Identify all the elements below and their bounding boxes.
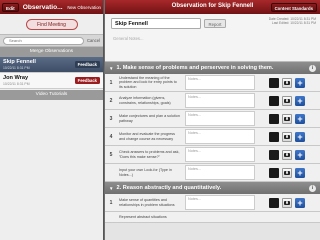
observation-info: Skip Fennell Report Date Created: 10/22/… (105, 14, 320, 62)
notes-field[interactable]: Notes... (185, 111, 255, 126)
section-header[interactable]: ▼ 1. Make sense of problems and perserve… (105, 62, 320, 74)
row-description: Check answers to problems and ask, "Does… (119, 150, 180, 159)
content-standards-button[interactable]: Content Standards (270, 3, 317, 12)
plus-icon[interactable]: + (295, 131, 305, 142)
search-input[interactable] (3, 36, 84, 45)
info-icon[interactable]: i (309, 64, 316, 72)
edit-button[interactable]: Edit (2, 2, 19, 12)
row-description: Make conjectures and plan a solution pat… (119, 114, 180, 123)
row-number: 1 (109, 199, 113, 206)
camera-icon (284, 200, 290, 205)
camera-button[interactable] (282, 197, 292, 208)
camera-icon (284, 116, 290, 121)
observation-detail: Observation for Skip Fennell Content Sta… (105, 0, 320, 240)
teacher-name-field[interactable]: Skip Fennell (111, 18, 201, 29)
plus-icon[interactable]: + (295, 149, 305, 160)
find-meeting-wrap: Find Meeting (0, 14, 103, 34)
camera-icon (284, 98, 290, 103)
row-number: 3 (109, 115, 113, 122)
detail-topbar: Observation for Skip Fennell Content Sta… (105, 0, 320, 14)
rating-box[interactable] (269, 197, 279, 208)
collapse-triangle-icon[interactable]: ▼ (109, 66, 113, 71)
row-description: Understand the meaning of the problem an… (119, 76, 177, 89)
row-description: Input your own Look-for (Type in Notes..… (119, 168, 172, 177)
camera-icon (284, 134, 290, 139)
row-description: Represent abstract situations (119, 214, 167, 219)
observations-sidebar: Edit Observatio... New Observation Find … (0, 0, 104, 240)
observation-list-item[interactable]: Skip Fennell 10/22/11 8:31 PM Feedback (0, 57, 103, 73)
custom-look-for-row: Input your own Look-for (Type in Notes..… (105, 164, 320, 182)
row-number: 1 (109, 79, 113, 86)
merge-observations-header[interactable]: Merge Observations (0, 47, 103, 57)
sidebar-title: Observatio... (22, 3, 63, 11)
rating-box[interactable] (269, 167, 279, 178)
section-title: 2. Reason abstractly and quantitatively. (116, 185, 222, 191)
notes-field[interactable]: Notes... (185, 147, 255, 162)
app: Edit Observatio... New Observation Find … (0, 0, 320, 240)
row-number: 5 (109, 151, 113, 158)
plus-icon[interactable]: + (295, 197, 305, 208)
notes-field[interactable]: Notes... (185, 129, 255, 144)
plus-icon[interactable]: + (295, 167, 305, 178)
rating-box[interactable] (269, 131, 279, 142)
look-for-row: 3 Make conjectures and plan a solution p… (105, 110, 320, 128)
last-edited: Last Edited: 10/22/11 8:31 PM (271, 21, 316, 26)
observation-dates: Date Created: 10/22/11 8:31 PM Last Edit… (269, 17, 316, 26)
plus-icon[interactable]: + (295, 113, 305, 124)
camera-button[interactable] (282, 113, 292, 124)
row-number: 2 (109, 97, 113, 104)
general-notes-field[interactable]: General Notes... (111, 34, 311, 43)
notes-field[interactable]: Notes... (185, 195, 255, 210)
feedback-button[interactable]: Feedback (74, 61, 100, 68)
look-for-row: 4 Monitor and evaluate the progress and … (105, 128, 320, 146)
rating-box[interactable] (269, 149, 279, 160)
camera-icon (284, 80, 290, 85)
row-description: Analyze information (givens, constrains,… (119, 96, 171, 105)
notes-field[interactable]: Notes... (185, 75, 255, 90)
cancel-button[interactable]: Cancel (87, 38, 100, 43)
camera-button[interactable] (282, 131, 292, 142)
camera-button[interactable] (282, 95, 292, 106)
look-for-row: Represent abstract situations (105, 212, 320, 223)
search-bar: Cancel (0, 34, 103, 47)
camera-icon (284, 170, 290, 175)
notes-field[interactable]: Notes... (185, 165, 255, 180)
camera-icon (284, 152, 290, 157)
report-button[interactable]: Report (204, 19, 226, 28)
video-tutorials-header[interactable]: Video Tutorials (0, 90, 103, 100)
look-for-row: 1 Make sense of quantities and relations… (105, 194, 320, 212)
find-meeting-button[interactable]: Find Meeting (25, 18, 78, 30)
new-observation-button[interactable]: New Observation (67, 5, 101, 10)
rating-box[interactable] (269, 95, 279, 106)
camera-button[interactable] (282, 167, 292, 178)
row-number: 4 (109, 133, 113, 140)
section-header[interactable]: ▼ 2. Reason abstractly and quantitativel… (105, 182, 320, 194)
camera-button[interactable] (282, 149, 292, 160)
rating-box[interactable] (269, 113, 279, 124)
info-icon[interactable]: i (309, 184, 316, 192)
section-title: 1. Make sense of problems and perservere… (116, 65, 274, 71)
look-for-row: 2 Analyze information (givens, constrain… (105, 92, 320, 110)
look-for-row: 1 Understand the meaning of the problem … (105, 74, 320, 92)
notes-field[interactable]: Notes... (185, 93, 255, 108)
plus-icon[interactable]: + (295, 95, 305, 106)
look-for-row: 5 Check answers to problems and ask, "Do… (105, 146, 320, 164)
collapse-triangle-icon[interactable]: ▼ (109, 186, 113, 191)
camera-button[interactable] (282, 77, 292, 88)
rating-box[interactable] (269, 77, 279, 88)
row-description: Monitor and evaluate the progress and ch… (119, 132, 175, 141)
feedback-button[interactable]: Feedback (74, 77, 100, 84)
row-description: Make sense of quantities and relationshi… (119, 198, 175, 207)
plus-icon[interactable]: + (295, 77, 305, 88)
sidebar-topbar: Edit Observatio... New Observation (0, 0, 103, 14)
observation-list-item[interactable]: Jon Wray 10/22/11 8:31 PM Feedback (0, 73, 103, 89)
